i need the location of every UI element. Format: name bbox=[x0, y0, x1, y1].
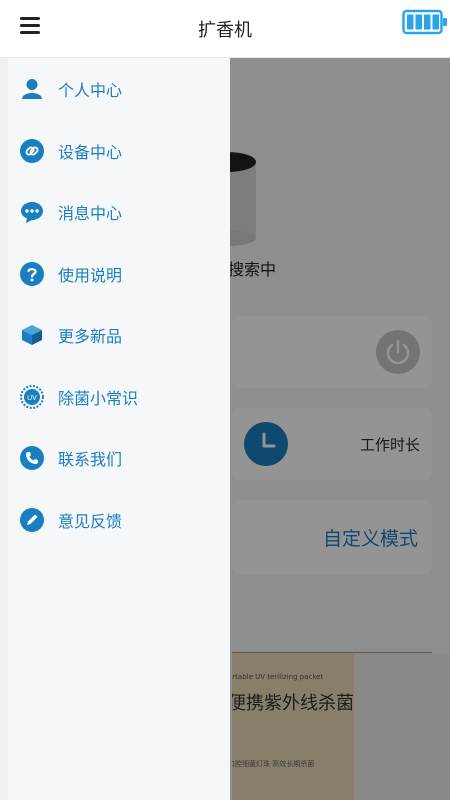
drawer-item-new-products[interactable]: 更多新品 bbox=[8, 312, 230, 358]
person-icon bbox=[20, 77, 44, 101]
drawer-edge bbox=[0, 58, 8, 800]
link-icon bbox=[20, 139, 44, 163]
drawer-item-contact[interactable]: 联系我们 bbox=[8, 435, 230, 481]
drawer-item-label: 消息中心 bbox=[58, 204, 123, 223]
battery-icon bbox=[402, 9, 447, 35]
drawer-item-devices[interactable]: 设备中心 bbox=[8, 128, 230, 174]
drawer-item-feedback[interactable]: 意见反馈 bbox=[8, 497, 230, 543]
drawer-item-guide[interactable]: 使用说明 bbox=[8, 251, 230, 297]
drawer-item-label: 个人中心 bbox=[58, 81, 123, 100]
drawer-item-label: 意见反馈 bbox=[58, 512, 123, 531]
drawer-item-label: 更多新品 bbox=[58, 327, 123, 346]
chat-icon bbox=[20, 200, 44, 224]
top-bar: 扩香机 bbox=[0, 0, 450, 58]
uv-icon: UV bbox=[20, 385, 44, 409]
help-icon bbox=[20, 262, 44, 286]
side-drawer: 个人中心 设备中心 消息中心 使用说明 更多新品 UV 除菌小常识 联系我们 意… bbox=[8, 58, 230, 800]
pencil-icon bbox=[20, 508, 44, 532]
drawer-item-label: 除菌小常识 bbox=[58, 389, 139, 408]
svg-text:UV: UV bbox=[27, 395, 37, 402]
drawer-item-label: 联系我们 bbox=[58, 450, 123, 469]
box-icon bbox=[20, 323, 44, 347]
page-title: 扩香机 bbox=[198, 20, 252, 41]
drawer-item-messages[interactable]: 消息中心 bbox=[8, 189, 230, 235]
phone-icon bbox=[20, 446, 44, 470]
drawer-item-profile[interactable]: 个人中心 bbox=[8, 66, 230, 112]
drawer-item-label: 使用说明 bbox=[58, 266, 123, 285]
drawer-item-label: 设备中心 bbox=[58, 143, 123, 162]
drawer-item-sterilization-tips[interactable]: UV 除菌小常识 bbox=[8, 374, 230, 420]
